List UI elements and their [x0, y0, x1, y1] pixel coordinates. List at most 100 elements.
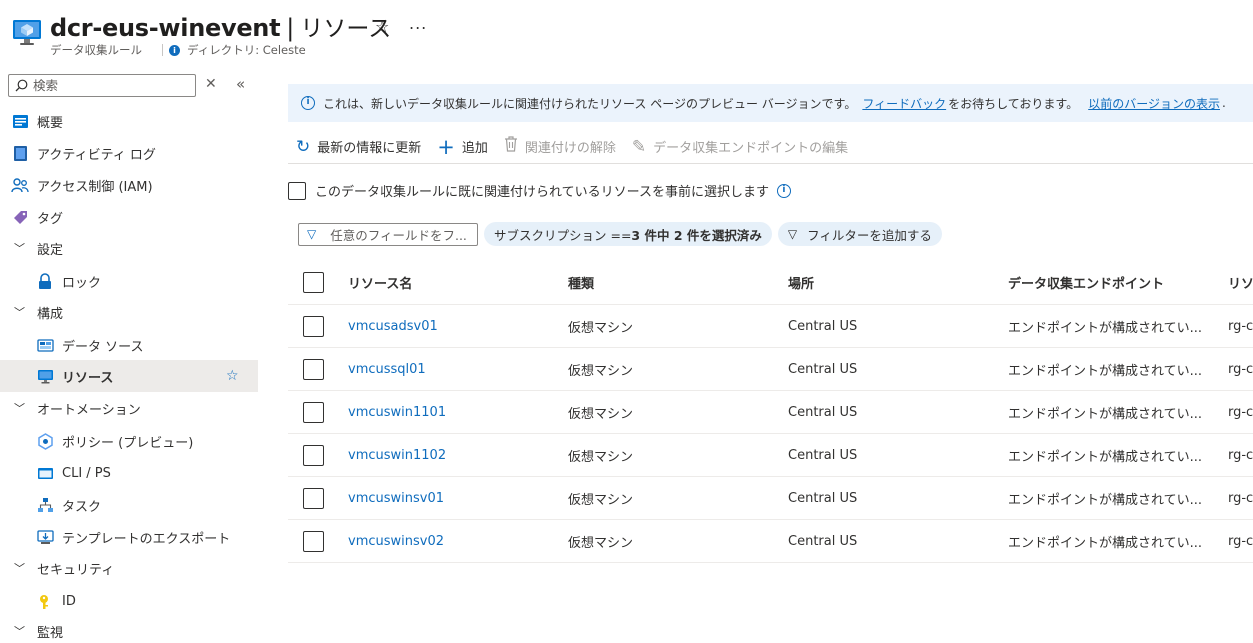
filter-icon: ▽	[307, 227, 317, 241]
previous-version-link[interactable]: 以前のバージョンの表示	[1088, 95, 1220, 112]
sidebar-item-policies[interactable]: ポリシー (プレビュー)	[0, 425, 258, 457]
edit-endpoint-label: データ収集エンドポイントの編集	[653, 141, 849, 156]
table-header-row: リソース名 種類 場所 データ収集エンドポイント リソ	[288, 261, 1253, 305]
sidebar-item-overview[interactable]: 概要	[0, 105, 258, 137]
export-template-icon	[36, 528, 54, 546]
resource-link[interactable]: vmcuswin1102	[348, 448, 446, 463]
row-checkbox[interactable]	[303, 401, 324, 423]
sidebar-group-configuration[interactable]: ﹀ 構成	[0, 296, 258, 328]
favorite-star-icon[interactable]: ☆	[226, 368, 239, 384]
resource-link[interactable]: vmcuswin1101	[348, 405, 446, 420]
resource-type: 仮想マシン	[568, 449, 634, 465]
resource-link[interactable]: vmcuswinsv02	[348, 534, 444, 549]
row-checkbox[interactable]	[303, 358, 324, 380]
sidebar-item-tags[interactable]: タグ	[0, 201, 258, 233]
column-header-name[interactable]: リソース名	[348, 261, 548, 304]
resource-endpoint: エンドポイントが構成されてい...	[1008, 406, 1203, 422]
resource-type: 仮想マシン	[568, 492, 634, 508]
resource-location: Central US	[788, 318, 858, 334]
overview-icon	[11, 112, 29, 130]
clear-search-icon[interactable]: ✕	[205, 76, 217, 92]
feedback-link[interactable]: フィードバック	[862, 95, 946, 112]
preselect-checkbox[interactable]	[288, 181, 306, 200]
resource-type: 仮想マシン	[568, 406, 634, 422]
sidebar-item-identity[interactable]: ID	[0, 585, 258, 617]
sidebar-group-automation[interactable]: ﹀ オートメーション	[0, 392, 258, 424]
resource-group: rg-c	[1228, 490, 1253, 506]
sidebar-item-data-sources[interactable]: データ ソース	[0, 329, 258, 361]
resource-type: 仮想マシン	[568, 320, 634, 336]
resource-group: rg-c	[1228, 318, 1253, 334]
resource-link[interactable]: vmcuswinsv01	[348, 491, 444, 506]
cli-icon	[36, 464, 54, 482]
sidebar-item-label: ID	[62, 593, 76, 609]
sidebar-group-label: 監視	[37, 625, 64, 641]
sidebar-item-label: 概要	[37, 115, 64, 131]
resource-link[interactable]: vmcusadsv01	[348, 319, 438, 334]
disassociate-button[interactable]: 関連付けの解除	[504, 136, 616, 157]
sidebar-item-label: テンプレートのエクスポート	[62, 531, 231, 547]
sidebar-item-activity-log[interactable]: アクティビティ ログ	[0, 137, 258, 169]
collapse-sidebar-icon[interactable]: «	[236, 75, 245, 93]
edit-endpoint-button[interactable]: ✎ データ収集エンドポイントの編集	[632, 137, 848, 157]
column-header-location[interactable]: 場所	[788, 261, 988, 304]
favorite-star-icon[interactable]: ☆	[375, 17, 389, 36]
sidebar-item-label: アクセス制御 (IAM)	[37, 179, 153, 195]
subscription-filter-label: サブスクリプション ==	[494, 227, 632, 243]
sidebar: ✕ « 概要 アクティビティ ログ アクセス制御 (IAM) タグ ﹀ 設定 ロ…	[0, 70, 258, 643]
add-filter-button[interactable]: ▽ フィルターを追加する	[777, 222, 942, 246]
column-header-type[interactable]: 種類	[568, 261, 768, 304]
sidebar-search-input[interactable]	[33, 78, 183, 93]
resource-location: Central US	[788, 533, 858, 549]
info-icon: i	[301, 96, 315, 110]
row-checkbox[interactable]	[303, 315, 324, 337]
column-header-resource-group[interactable]: リソ	[1228, 261, 1253, 304]
sidebar-search[interactable]	[8, 74, 196, 97]
subscription-filter-pill[interactable]: サブスクリプション == 3 件中 2 件を選択済み	[484, 222, 772, 246]
refresh-button[interactable]: ↻ 最新の情報に更新	[296, 137, 421, 157]
sidebar-item-tasks[interactable]: タスク	[0, 489, 258, 521]
resource-group: rg-c	[1228, 533, 1253, 549]
row-checkbox[interactable]	[303, 444, 324, 466]
add-button[interactable]: + 追加	[437, 135, 488, 159]
sidebar-item-cli-ps[interactable]: CLI / PS	[0, 457, 258, 489]
preselect-option: このデータ収集ルールに既に関連付けられているリソースを事前に選択します i	[288, 181, 791, 200]
resource-endpoint: エンドポイントが構成されてい...	[1008, 363, 1203, 379]
sidebar-group-security[interactable]: ﹀ セキュリティ	[0, 552, 258, 584]
column-header-endpoint[interactable]: データ収集エンドポイント	[1008, 261, 1218, 304]
add-label: 追加	[461, 141, 488, 156]
command-bar: ↻ 最新の情報に更新 + 追加 関連付けの解除 ✎ データ収集エンドポイントの編…	[288, 130, 1253, 164]
resource-location: Central US	[788, 447, 858, 463]
table-row: vmcuswinsv01 仮想マシン Central US エンドポイントが構成…	[288, 477, 1253, 520]
resource-endpoint: エンドポイントが構成されてい...	[1008, 320, 1203, 336]
chevron-down-icon: ﹀	[14, 625, 25, 638]
sidebar-item-export-template[interactable]: テンプレートのエクスポート	[0, 521, 258, 553]
sidebar-item-iam[interactable]: アクセス制御 (IAM)	[0, 169, 258, 201]
plus-icon: +	[437, 134, 455, 159]
sidebar-group-label: 設定	[37, 242, 64, 258]
banner-text: これは、新しいデータ収集ルールに関連付けられたリソース ページのプレビュー バー…	[323, 96, 857, 111]
row-checkbox[interactable]	[303, 487, 324, 509]
sidebar-item-label: CLI / PS	[62, 465, 111, 481]
policy-icon	[36, 432, 54, 450]
row-checkbox[interactable]	[303, 530, 324, 552]
sidebar-group-settings[interactable]: ﹀ 設定	[0, 232, 258, 264]
more-options-icon[interactable]: ...	[409, 14, 427, 33]
subscription-filter-value: 3 件中 2 件を選択済み	[631, 227, 762, 243]
sidebar-item-locks[interactable]: ロック	[0, 265, 258, 297]
trash-icon	[504, 136, 518, 157]
filter-input[interactable]: ▽ 任意のフィールドをフ...	[298, 222, 478, 246]
directory-label: ディレクトリ: Celeste	[187, 43, 306, 57]
sidebar-item-resources[interactable]: リソース ☆	[0, 360, 258, 392]
sidebar-item-label: リソース	[62, 370, 114, 386]
sidebar-group-monitoring[interactable]: ﹀ 監視	[0, 615, 258, 643]
resource-link[interactable]: vmcussql01	[348, 362, 426, 377]
refresh-icon: ↻	[296, 136, 311, 157]
search-icon	[15, 79, 28, 92]
resource-name: dcr-eus-winevent	[50, 14, 281, 42]
page-subtitle: データ収集ルール i ディレクトリ: Celeste	[50, 42, 306, 58]
resource-type: 仮想マシン	[568, 535, 634, 551]
info-icon[interactable]: i	[776, 183, 791, 198]
select-all-checkbox[interactable]	[303, 272, 324, 293]
virtual-machine-icon	[13, 20, 41, 45]
